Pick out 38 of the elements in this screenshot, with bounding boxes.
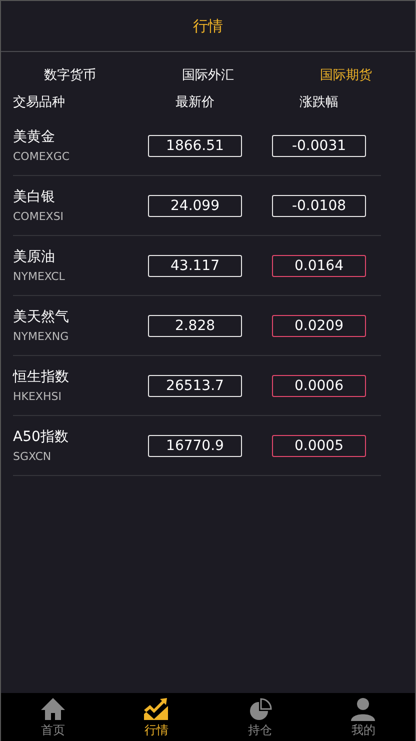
instrument-name: 美天然气 xyxy=(13,308,70,326)
change-value: 0.0164 xyxy=(272,254,366,276)
market-tab[interactable]: 数字货币 xyxy=(1,62,139,88)
column-header: 交易品种 xyxy=(13,94,66,111)
price-value: 26513.7 xyxy=(148,374,242,396)
nav-tab[interactable]: 首页 xyxy=(1,693,104,741)
page-title: 行情 xyxy=(193,16,223,36)
instrument-code: NYMEXCL xyxy=(13,270,66,283)
change-value: -0.0031 xyxy=(272,134,366,156)
instrument-code: NYMEXNG xyxy=(13,330,70,343)
market-tab[interactable]: 国际外汇 xyxy=(139,62,277,88)
instrument-code: HKEXHSI xyxy=(13,390,62,403)
instrument-name: 美白银 xyxy=(13,188,56,206)
price-value: 1866.51 xyxy=(148,134,242,156)
home-icon xyxy=(40,697,66,721)
instrument-name: A50指数 xyxy=(13,428,70,446)
chart-icon xyxy=(143,697,170,721)
change-value: 0.0005 xyxy=(272,434,366,456)
change-value: 0.0006 xyxy=(272,374,366,396)
instrument-name: 美原油 xyxy=(13,248,56,266)
instrument-name: 美黄金 xyxy=(13,128,56,146)
price-value: 24.099 xyxy=(148,194,242,216)
column-header: 最新价 xyxy=(174,94,216,111)
user-icon xyxy=(350,697,376,721)
instrument-name: 恒生指数 xyxy=(13,368,70,386)
nav-tab[interactable]: 我的 xyxy=(312,693,415,741)
instrument-code: COMEXGC xyxy=(13,150,71,163)
column-header: 涨跌幅 xyxy=(298,94,340,111)
nav-tab[interactable]: 行情 xyxy=(104,693,208,741)
price-value: 16770.9 xyxy=(148,434,242,456)
price-value: 43.117 xyxy=(148,254,242,276)
nav-tab[interactable]: 持仓 xyxy=(208,693,312,741)
instrument-code: COMEXSI xyxy=(13,210,65,223)
market-tab[interactable]: 国际期货 xyxy=(277,62,415,88)
change-value: -0.0108 xyxy=(272,194,366,216)
instrument-code: SGXCN xyxy=(13,450,52,463)
change-value: 0.0209 xyxy=(272,314,366,336)
price-value: 2.828 xyxy=(148,314,242,336)
